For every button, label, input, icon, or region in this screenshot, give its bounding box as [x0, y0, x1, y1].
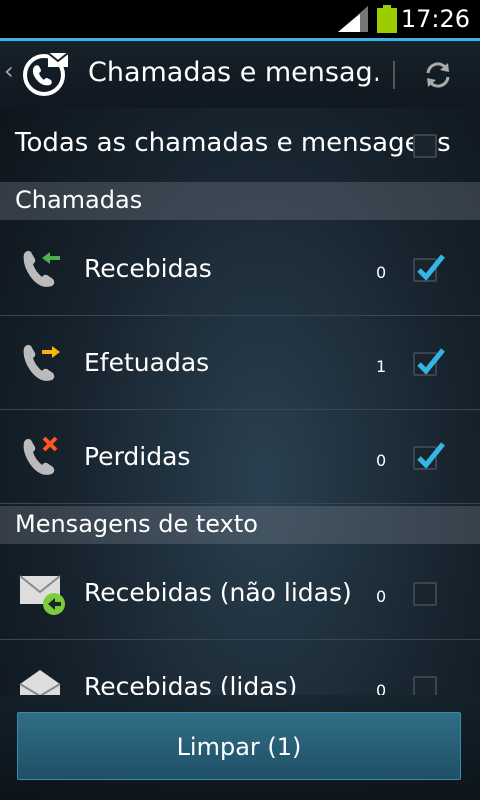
status-time: 17:26	[400, 5, 470, 33]
status-bar: 17:26	[0, 0, 480, 38]
list-item-outgoing-calls[interactable]: Efetuadas 1	[0, 316, 480, 410]
outgoing-calls-label: Efetuadas	[84, 348, 210, 377]
read-messages-count: 0	[376, 681, 387, 695]
all-checkbox[interactable]	[413, 134, 437, 158]
unread-messages-count: 0	[376, 587, 387, 606]
outgoing-calls-count: 1	[376, 357, 387, 376]
unread-messages-checkbox[interactable]	[413, 582, 437, 606]
missed-calls-label: Perdidas	[84, 442, 191, 471]
battery-icon	[377, 5, 397, 33]
incoming-calls-checkbox[interactable]	[413, 254, 445, 282]
missed-call-icon	[23, 436, 58, 475]
refresh-icon[interactable]	[420, 57, 456, 93]
read-messages-label: Recebidas (lidas)	[84, 672, 298, 695]
read-messages-checkbox[interactable]	[413, 676, 437, 695]
app-logo-icon[interactable]	[22, 49, 70, 97]
unread-message-icon	[19, 575, 65, 615]
missed-calls-checkbox[interactable]	[413, 442, 445, 470]
action-bar: ‹ Chamadas e mensag…	[0, 38, 480, 108]
all-calls-messages-label: Todas as chamadas e mensagens	[15, 128, 451, 158]
incoming-calls-label: Recebidas	[84, 254, 212, 283]
section-header-calls: Chamadas	[0, 182, 480, 220]
signal-icon	[338, 6, 368, 32]
section-label-texts: Mensagens de texto	[15, 510, 258, 538]
list-item-incoming-calls[interactable]: Recebidas 0	[0, 222, 480, 316]
list-clip: Recebidas (lidas) 0	[0, 640, 480, 695]
list-item-read-messages[interactable]: Recebidas (lidas) 0	[0, 640, 480, 695]
bottom-bar: Limpar (1)	[0, 695, 480, 800]
incoming-call-icon	[23, 250, 60, 287]
action-divider	[393, 61, 395, 89]
back-chevron-icon[interactable]: ‹	[4, 57, 14, 85]
unread-messages-label: Recebidas (não lidas)	[84, 578, 352, 607]
incoming-calls-count: 0	[376, 263, 387, 282]
section-label-calls: Chamadas	[15, 186, 143, 214]
read-message-icon	[19, 670, 61, 695]
outgoing-calls-checkbox[interactable]	[413, 348, 445, 376]
page-title: Chamadas e mensag…	[88, 57, 378, 88]
outgoing-call-icon	[23, 344, 60, 381]
clear-button[interactable]: Limpar (1)	[17, 712, 461, 780]
list-item-missed-calls[interactable]: Perdidas 0	[0, 410, 480, 504]
missed-calls-count: 0	[376, 451, 387, 470]
list-item-unread-messages[interactable]: Recebidas (não lidas) 0	[0, 546, 480, 640]
section-header-texts: Mensagens de texto	[0, 506, 480, 544]
all-calls-messages-row[interactable]: Todas as chamadas e mensagens	[0, 108, 480, 182]
